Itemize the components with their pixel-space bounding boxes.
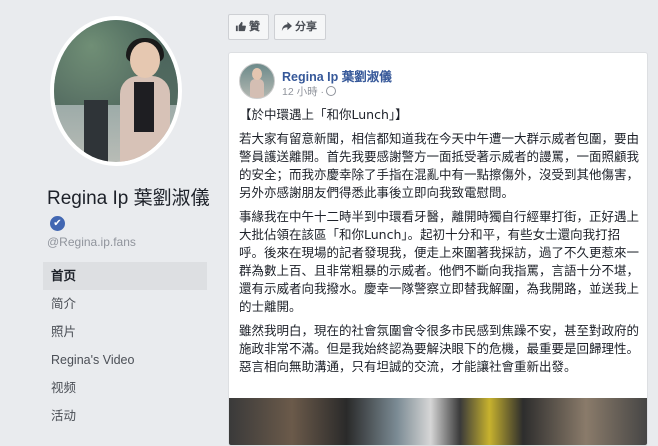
page-handle: @Regina.ip.fans <box>47 235 136 249</box>
post-meta: 12 小時 · <box>282 84 337 99</box>
post-title: 【於中環遇上「和你Lunch」】 <box>239 107 408 122</box>
thumbs-up-icon <box>235 21 246 32</box>
nav-item-videos[interactable]: 视频 <box>43 374 207 402</box>
verified-badge-icon: ✔ <box>50 216 65 231</box>
left-column: Regina Ip 葉劉淑儀 ✔ @Regina.ip.fans 首页 简介 照片… <box>0 0 218 446</box>
page-action-bar: 贊 分享 <box>228 14 648 44</box>
post-card: Regina Ip 葉劉淑儀 12 小時 · 【於中環遇上「和你Lunch」】 … <box>228 52 648 446</box>
nav-item-about[interactable]: 简介 <box>43 290 207 318</box>
profile-picture[interactable] <box>50 16 182 166</box>
post-body: 【於中環遇上「和你Lunch」】 若大家有留意新聞，相信都知道我在今天中午遭一大… <box>239 106 639 382</box>
page-name[interactable]: Regina Ip 葉劉淑儀 ✔ <box>47 187 212 235</box>
nav-item-photos[interactable]: 照片 <box>43 318 207 346</box>
post-author-avatar[interactable] <box>239 63 275 99</box>
post-author-name[interactable]: Regina Ip 葉劉淑儀 <box>282 66 392 85</box>
page-name-text: Regina Ip 葉劉淑儀 <box>47 188 210 209</box>
nav-item-home[interactable]: 首页 <box>43 262 207 290</box>
share-button[interactable]: 分享 <box>274 14 326 40</box>
globe-icon <box>326 86 337 96</box>
share-label: 分享 <box>295 21 317 33</box>
post-paragraph: 事緣我在中午十二時半到中環看牙醫，離開時獨自行經畢打街，正好遇上大批佔領在該區「… <box>239 209 640 314</box>
post-paragraph: 若大家有留意新聞，相信都知道我在今天中午遭一大群示威者包圍，要由警員護送離開。首… <box>239 131 640 200</box>
nav-item-regina-video[interactable]: Regina's Video <box>43 346 207 374</box>
like-button[interactable]: 贊 <box>228 14 269 40</box>
post-paragraph: 雖然我明白，現在的社會氛圍會令很多市民感到焦躁不安，甚至對政府的施政非常不滿。但… <box>239 323 640 374</box>
page-nav: 首页 简介 照片 Regina's Video 视频 活动 <box>43 262 207 430</box>
post-timestamp[interactable]: 12 小時 · <box>282 86 324 98</box>
post-photo[interactable] <box>229 398 647 445</box>
share-arrow-icon <box>281 21 292 32</box>
nav-item-events[interactable]: 活动 <box>43 402 207 430</box>
like-label: 贊 <box>249 21 260 33</box>
